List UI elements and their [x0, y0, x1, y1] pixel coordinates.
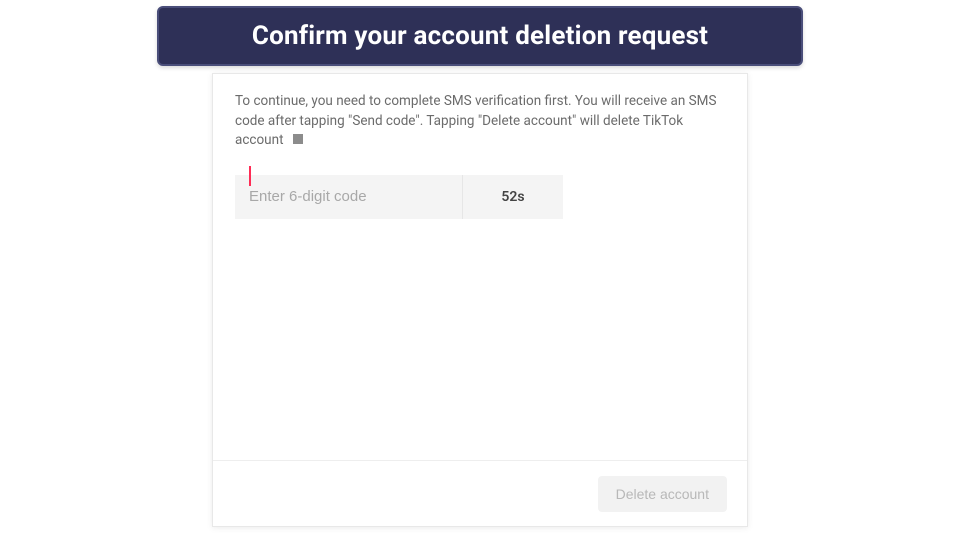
- instruction-content: To continue, you need to complete SMS ve…: [235, 93, 716, 148]
- instruction-text: To continue, you need to complete SMS ve…: [235, 92, 725, 151]
- card-body: To continue, you need to complete SMS ve…: [213, 74, 747, 460]
- page-banner: Confirm your account deletion request: [157, 6, 803, 66]
- code-entry-row: 52s: [235, 175, 563, 219]
- resend-countdown: 52s: [463, 175, 563, 219]
- delete-account-button[interactable]: Delete account: [598, 476, 727, 512]
- card-footer: Delete account: [213, 460, 747, 526]
- input-caret-icon: [249, 166, 251, 186]
- redacted-block-icon: [293, 134, 303, 144]
- sms-code-input[interactable]: [235, 175, 463, 219]
- verification-card: To continue, you need to complete SMS ve…: [212, 73, 748, 527]
- banner-title: Confirm your account deletion request: [252, 21, 708, 51]
